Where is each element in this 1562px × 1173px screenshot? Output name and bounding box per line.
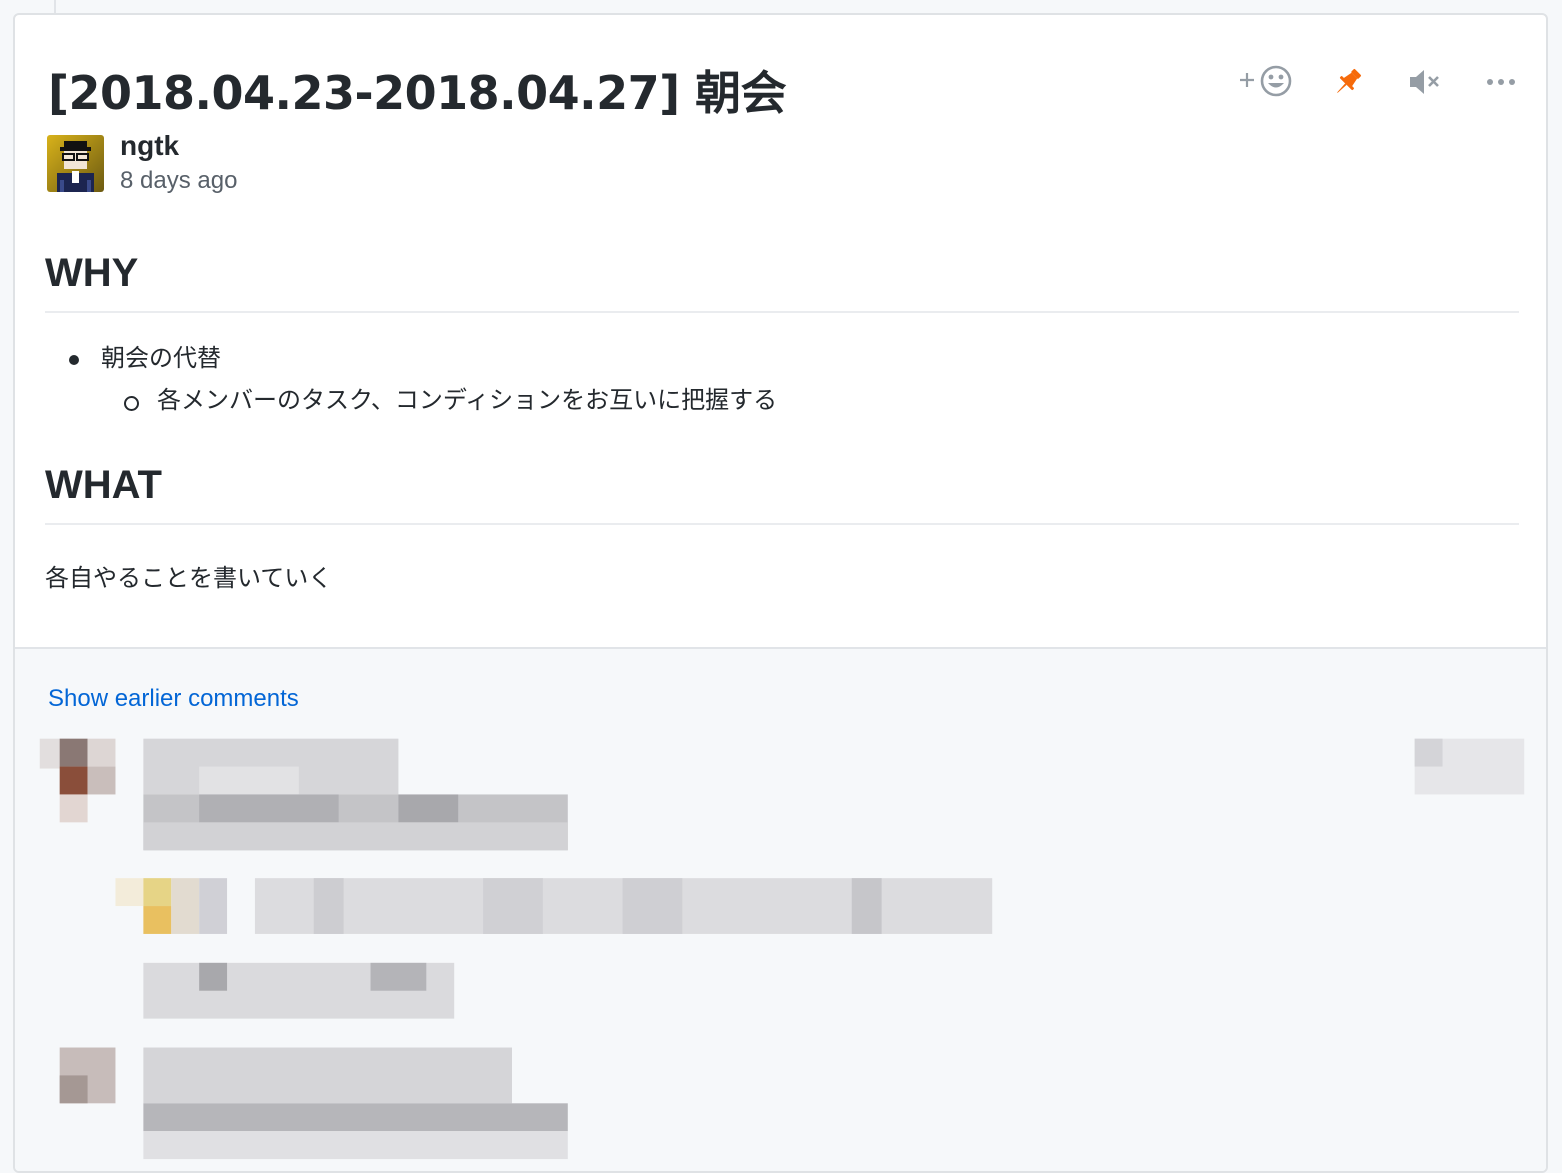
issue-header: [2018.04.23-2018.04.27] 朝会 ngtk 8 days a… (15, 15, 1546, 215)
what-text: 各自やることを書いていく (45, 564, 333, 592)
why-heading: WHY (45, 247, 1519, 313)
avatar[interactable] (47, 135, 104, 192)
issue-actions (1238, 65, 1516, 99)
issue-card: [2018.04.23-2018.04.27] 朝会 ngtk 8 days a… (13, 13, 1548, 1173)
add-reaction-button[interactable] (1238, 65, 1294, 99)
why-list: 朝会の代替 各メンバーのタスク、コンディションをお互いに把握する (45, 341, 1519, 417)
pin-icon (1337, 68, 1362, 93)
issue-body: WHY 朝会の代替 各メンバーのタスク、コンディションをお互いに把握する WHA… (45, 247, 1519, 595)
show-earlier-comments-link[interactable]: Show earlier comments (48, 685, 299, 713)
mute-icon (1410, 70, 1439, 94)
more-options-button[interactable] (1486, 65, 1516, 99)
timeline-line (54, 0, 56, 14)
list-subitem: 各メンバーのタスク、コンディションをお互いに把握する (45, 383, 1519, 417)
pixelated-comments (39, 738, 1525, 1160)
author-name[interactable]: ngtk (120, 129, 237, 163)
comments-section: Show earlier comments (15, 647, 1546, 1171)
what-heading: WHAT (45, 459, 1519, 525)
add-reaction-icon (1240, 65, 1292, 97)
more-icon (1487, 79, 1515, 85)
issue-title: [2018.04.23-2018.04.27] 朝会 (48, 66, 787, 120)
list-item: 朝会の代替 (45, 341, 1519, 375)
post-time[interactable]: 8 days ago (120, 165, 237, 197)
author-block: ngtk 8 days ago (47, 130, 237, 197)
pin-button[interactable] (1332, 65, 1364, 99)
mute-button[interactable] (1408, 65, 1442, 99)
